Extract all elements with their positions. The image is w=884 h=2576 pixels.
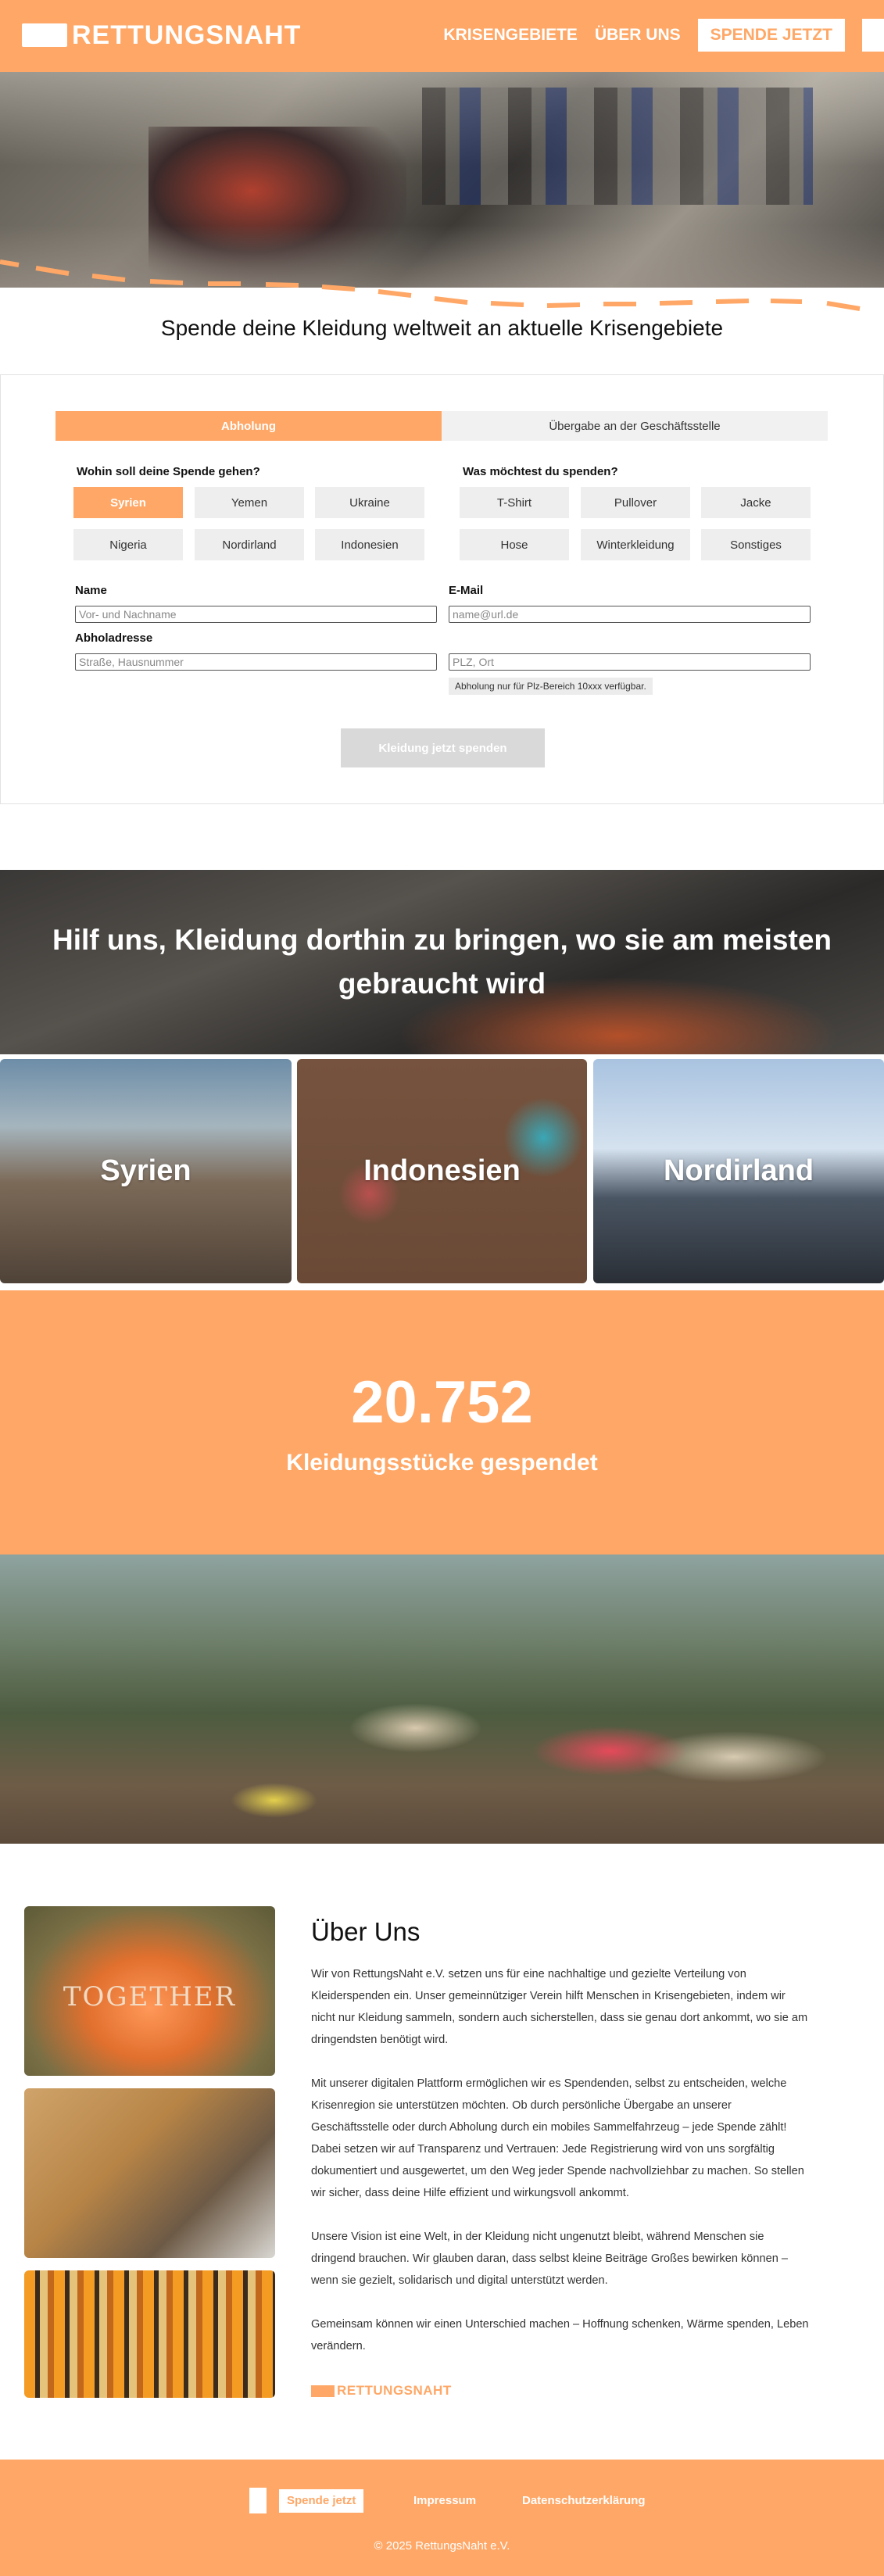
about-logo-mark [311, 2385, 335, 2397]
help-banner-heading: Hilf uns, Kleidung dorthin zu bringen, w… [0, 918, 884, 1006]
donate-submit-button[interactable]: Kleidung jetzt spenden [341, 728, 545, 767]
donation-form-card: Abholung Übergabe an der Geschäftsstelle… [0, 374, 884, 804]
about-paragraph-3: Unsere Vision ist eine Welt, in der Klei… [311, 2231, 789, 2287]
region-card-label: Indonesien [363, 1154, 521, 1187]
email-label: E-Mail [449, 584, 484, 597]
hero-image [0, 72, 884, 288]
page-tagline: Spende deine Kleidung weltweit an aktuel… [160, 316, 724, 340]
region-card-label: Syrien [100, 1154, 191, 1187]
destination-chip-syrien[interactable]: Syrien [73, 487, 183, 518]
region-card-nordirland[interactable]: Nordirland [593, 1059, 884, 1283]
destination-chip-ukraine[interactable]: Ukraine [315, 487, 424, 518]
item-chip-winterkleidung[interactable]: Winterkleidung [581, 529, 690, 560]
about-paragraph-1: Wir von RettungsNaht e.V. setzen uns für… [311, 1968, 808, 2046]
footer-logo-mark[interactable] [249, 2488, 267, 2513]
destination-chip-yemen[interactable]: Yemen [195, 487, 304, 518]
donation-count-label: Kleidungsstücke gespendet [286, 1450, 598, 1476]
about-paragraph-2: Mit unserer digitalen Plattform ermöglic… [311, 2077, 804, 2199]
logo-mark [22, 23, 67, 47]
site-header: RETTUNGSNAHT KRISENGEBIETE ÜBER UNS SPEN… [0, 0, 884, 72]
region-card-label: Nordirland [663, 1154, 814, 1187]
about-image-textiles [24, 2270, 275, 2398]
destination-question: Wohin soll deine Spende gehen? [77, 465, 260, 478]
footer-link-datenschutz[interactable]: Datenschutzerklärung [522, 2494, 646, 2507]
item-chip-hose[interactable]: Hose [460, 529, 569, 560]
item-chip-sonstiges[interactable]: Sonstiges [701, 529, 811, 560]
site-footer: Spende jetzt Impressum Datenschutzerklär… [0, 2460, 884, 2576]
city-input[interactable] [449, 653, 811, 671]
email-input[interactable] [449, 606, 811, 623]
destination-chip-indonesien[interactable]: Indonesien [315, 529, 424, 560]
main-nav: KRISENGEBIETE ÜBER UNS SPENDE JETZT [443, 19, 884, 52]
region-card-indonesien[interactable]: Indonesien [297, 1059, 587, 1283]
region-card-syrien[interactable]: Syrien [0, 1059, 292, 1283]
donation-stats: 20.752 Kleidungsstücke gespendet [0, 1290, 884, 1555]
item-chip-jacke[interactable]: Jacke [701, 487, 811, 518]
name-input[interactable] [75, 606, 437, 623]
community-photo [0, 1555, 884, 1844]
items-question: Was möchtest du spenden? [463, 465, 618, 478]
help-banner-line2: gebraucht wird [338, 968, 546, 1000]
about-image-sorting [24, 2088, 275, 2258]
nav-link-ueber-uns[interactable]: ÜBER UNS [595, 19, 681, 52]
nav-extra-button[interactable] [862, 19, 884, 52]
about-title: Über Uns [311, 1917, 421, 1946]
together-shirt-text: TOGETHER [63, 1981, 237, 2012]
footer-copyright: © 2025 RettungsNaht e.V. [374, 2539, 510, 2553]
nav-link-krisengebiete[interactable]: KRISENGEBIETE [443, 19, 578, 52]
footer-donate-button[interactable]: Spende jetzt [279, 2489, 364, 2513]
about-logo: RETTUNGSNAHT [311, 2383, 452, 2399]
item-chip-tshirt[interactable]: T-Shirt [460, 487, 569, 518]
donate-now-button[interactable]: SPENDE JETZT [697, 19, 845, 52]
destination-chip-nordirland[interactable]: Nordirland [195, 529, 304, 560]
donation-count: 20.752 [351, 1369, 533, 1436]
destination-chip-nigeria[interactable]: Nigeria [73, 529, 183, 560]
name-label: Name [75, 584, 107, 597]
delivery-tabs: Abholung Übergabe an der Geschäftsstelle [55, 411, 828, 441]
address-label: Abholadresse [75, 631, 153, 645]
street-input[interactable] [75, 653, 437, 671]
site-logo[interactable]: RETTUNGSNAHT [22, 22, 301, 48]
about-image-together: TOGETHER [24, 1906, 275, 2076]
tab-abholung[interactable]: Abholung [55, 411, 442, 441]
pickup-area-hint: Abholung nur für Plz-Bereich 10xxx verfü… [449, 678, 653, 695]
help-banner: Hilf uns, Kleidung dorthin zu bringen, w… [0, 870, 884, 1054]
tab-uebergabe[interactable]: Übergabe an der Geschäftsstelle [442, 411, 828, 441]
help-banner-line1: Hilf uns, Kleidung dorthin zu bringen, w… [52, 924, 832, 956]
logo-text: RETTUNGSNAHT [72, 20, 302, 50]
item-chip-pullover[interactable]: Pullover [581, 487, 690, 518]
about-paragraph-4: Gemeinsam können wir einen Unterschied m… [311, 2318, 809, 2352]
about-logo-text: RETTUNGSNAHT [337, 2383, 452, 2398]
footer-link-impressum[interactable]: Impressum [413, 2494, 476, 2507]
